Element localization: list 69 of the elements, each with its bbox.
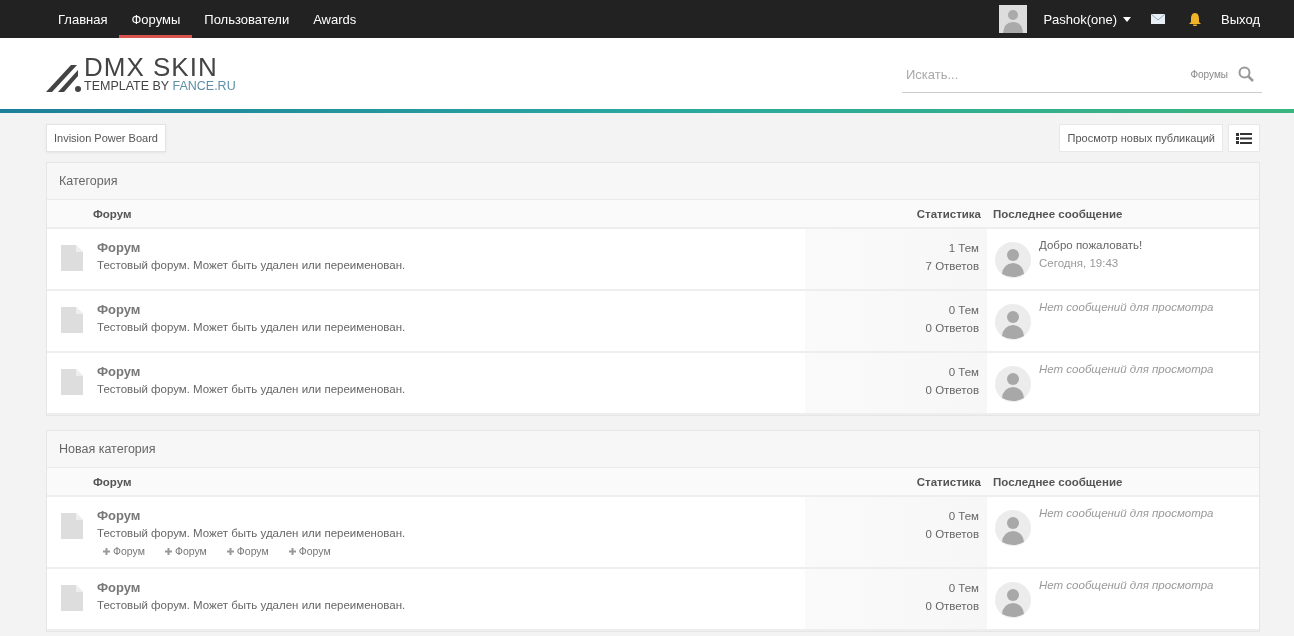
reply-count: 0 Ответов [924, 383, 979, 398]
avatar-icon [995, 304, 1031, 340]
column-header: Статистика [805, 468, 987, 497]
forum-description: Тестовый форум. Может быть удален или переименован. [97, 599, 406, 611]
forum-link[interactable]: Форум [97, 240, 406, 255]
list-view-button[interactable] [1228, 124, 1260, 152]
no-posts-text: Нет сообщений для просмотра [1039, 301, 1214, 313]
column-header: Форум [47, 468, 805, 497]
new-content-button[interactable]: Просмотр новых публикаций [1059, 124, 1223, 152]
column-header: Статистика [805, 200, 987, 229]
avatar-icon [995, 366, 1031, 402]
forum-description: Тестовый форум. Может быть удален или переименован. [97, 527, 406, 539]
subforum-link[interactable]: Форум [164, 545, 207, 557]
document-icon [61, 245, 83, 271]
plus-icon [103, 547, 110, 555]
document-icon [61, 585, 83, 611]
forum-link[interactable]: Форум [97, 580, 406, 595]
envelope-icon[interactable] [1151, 14, 1166, 24]
reply-count: 7 Ответов [924, 259, 979, 274]
breadcrumb-link[interactable]: Invision Power Board [46, 124, 166, 152]
category-title[interactable]: Категория [47, 163, 1259, 200]
avatar-icon [995, 242, 1031, 278]
logo-title: DMX SKIN [84, 54, 218, 81]
document-icon [61, 307, 83, 333]
topic-count: 0 Тем [947, 509, 979, 524]
topic-link[interactable]: Добро пожаловать! [1039, 239, 1143, 251]
list-icon [1236, 132, 1252, 144]
forum-description: Тестовый форум. Может быть удален или переименован. [97, 321, 406, 333]
document-icon [61, 369, 83, 395]
column-header: Форум [47, 200, 805, 229]
subforum-link[interactable]: Форум [226, 545, 269, 557]
reply-count: 0 Ответов [924, 321, 979, 336]
nav-tab[interactable]: Главная [46, 0, 120, 38]
post-date: Сегодня, 19:43 [1039, 257, 1120, 269]
category-title[interactable]: Новая категория [47, 431, 1259, 468]
logout-link[interactable]: Выход [1213, 0, 1260, 38]
reply-count: 0 Ответов [924, 527, 979, 542]
topic-count: 1 Тем [947, 241, 979, 256]
search-field[interactable]: Искать... Форумы [902, 56, 1262, 93]
plus-icon [226, 547, 234, 555]
no-posts-text: Нет сообщений для просмотра [1039, 507, 1214, 519]
forum-link[interactable]: Форум [97, 302, 406, 317]
plus-icon [164, 547, 172, 555]
plus-icon [288, 547, 296, 555]
column-header: Последнее сообщение [987, 200, 1259, 229]
no-posts-text: Нет сообщений для просмотра [1039, 363, 1214, 375]
bell-icon[interactable] [1189, 12, 1202, 26]
column-header: Последнее сообщение [987, 468, 1259, 497]
avatar-icon [995, 510, 1031, 546]
search-scope[interactable]: Форумы [1180, 68, 1238, 80]
document-icon [61, 513, 83, 539]
search-icon[interactable] [1238, 66, 1254, 82]
no-posts-text: Нет сообщений для просмотра [1039, 579, 1214, 591]
reply-count: 0 Ответов [924, 599, 979, 614]
topic-count: 0 Тем [947, 303, 979, 318]
topic-count: 0 Тем [947, 581, 979, 596]
user-menu[interactable]: Pashok(one) [1035, 11, 1140, 27]
forum-link[interactable]: Форум [97, 508, 406, 523]
topic-count: 0 Тем [947, 365, 979, 380]
forum-description: Тестовый форум. Может быть удален или переименован. [97, 383, 406, 395]
subforum-link[interactable]: Форум [103, 545, 145, 557]
logo-subtitle: TEMPLATE BY FANCE.RU [84, 80, 236, 93]
caret-icon [1123, 16, 1132, 22]
nav-tab[interactable]: Пользователи [192, 0, 302, 38]
forum-link[interactable]: Форум [97, 364, 406, 379]
nav-tab[interactable]: Awards [301, 0, 369, 38]
avatar-icon [995, 582, 1031, 618]
subforum-link[interactable]: Форум [288, 545, 331, 557]
forum-description: Тестовый форум. Может быть удален или переименован. [97, 259, 406, 271]
